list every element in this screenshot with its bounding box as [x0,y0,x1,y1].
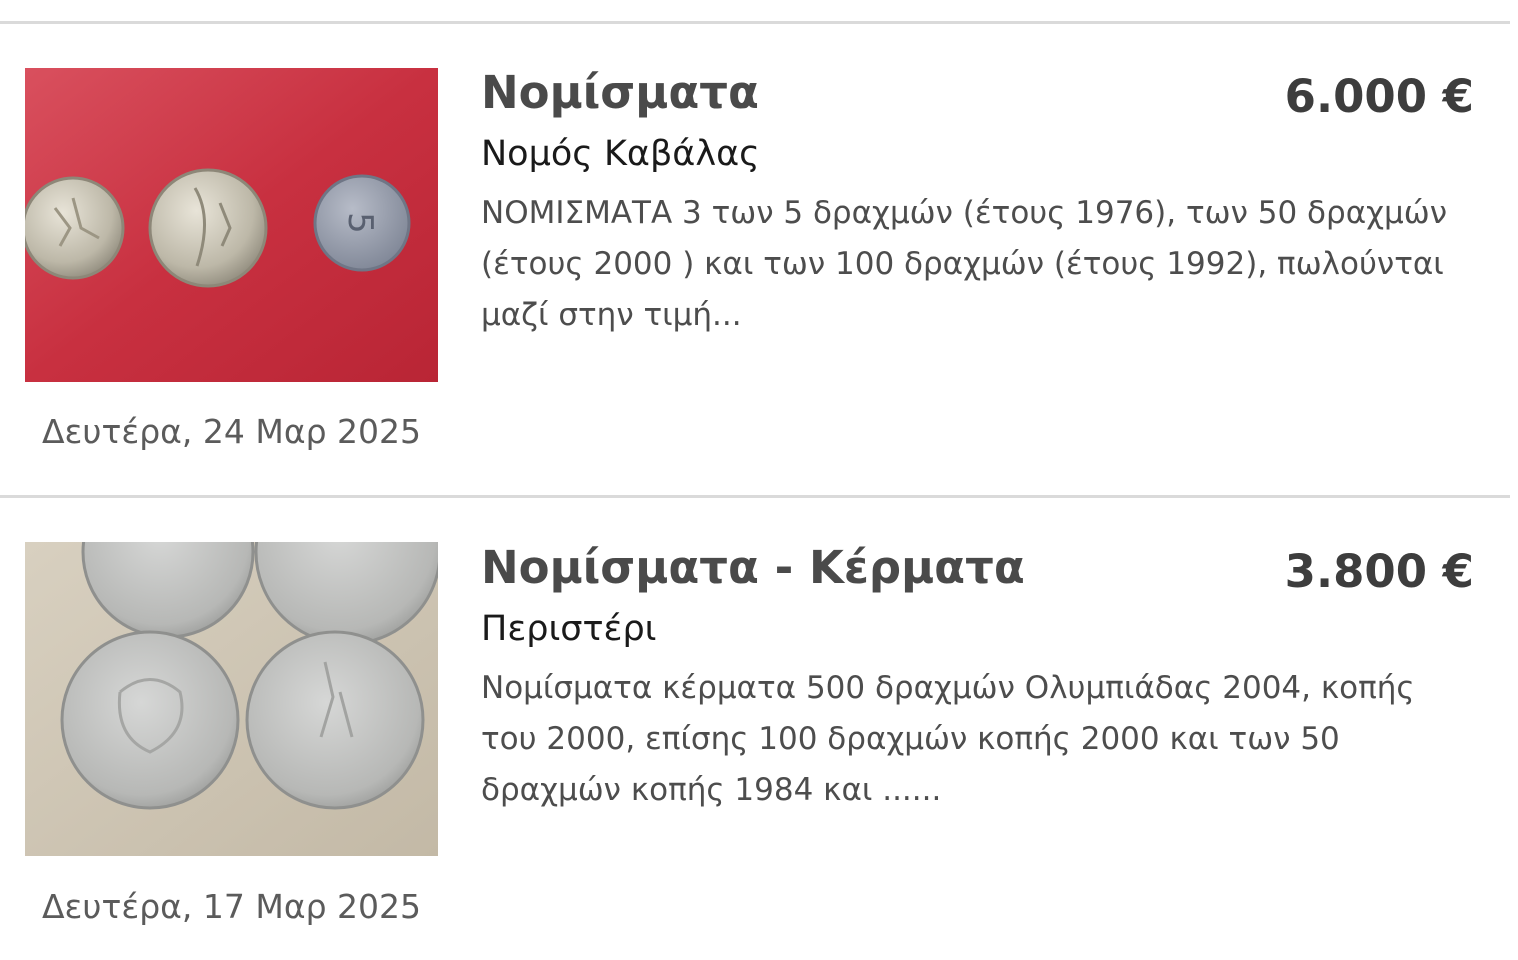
svg-text:5: 5 [340,212,380,234]
listing-card[interactable]: 5 Δευτέρα, 24 Μαρ 2025 Νομίσματα 6.000 €… [0,0,1518,495]
description-line: Νομίσματα κέρματα 500 δραχμών Ολυμπιάδας… [481,670,1415,706]
description-line: του 2000, επίσης 100 δραχμών κοπής 2000 … [481,721,1340,757]
description-line: μαζί στην τιμή... [481,297,742,333]
description-line: δραχμών κοπής 1984 και ...... [481,772,942,808]
listings-page: 5 Δευτέρα, 24 Μαρ 2025 Νομίσματα 6.000 €… [0,0,1518,960]
description-line: (έτους 2000 ) και των 100 δραχμών (έτους… [481,246,1444,282]
listing-title[interactable]: Νομίσματα [481,66,759,119]
listing-location: Νομός Καβάλας [481,134,760,174]
listing-description: ΝΟΜΙΣΜΑΤΑ 3 των 5 δραχμών (έτους 1976), … [481,188,1447,341]
coins-on-beige-photo-icon [25,542,438,856]
description-line: ΝΟΜΙΣΜΑΤΑ 3 των 5 δραχμών (έτους 1976), … [481,195,1448,231]
listing-thumbnail[interactable]: 5 [25,68,438,382]
listing-date: Δευτέρα, 24 Μαρ 2025 [41,412,422,451]
listing-title[interactable]: Νομίσματα - Κέρματα [481,541,1025,594]
listing-thumbnail[interactable] [25,542,438,856]
listing-date: Δευτέρα, 17 Μαρ 2025 [41,887,422,926]
listing-price: 6.000 € [1284,70,1474,123]
listing-price: 3.800 € [1284,545,1474,598]
listing-location: Περιστέρι [481,609,657,649]
divider [0,495,1510,498]
coins-on-red-photo-icon: 5 [25,68,438,382]
listing-description: Νομίσματα κέρματα 500 δραχμών Ολυμπιάδας… [481,663,1415,816]
